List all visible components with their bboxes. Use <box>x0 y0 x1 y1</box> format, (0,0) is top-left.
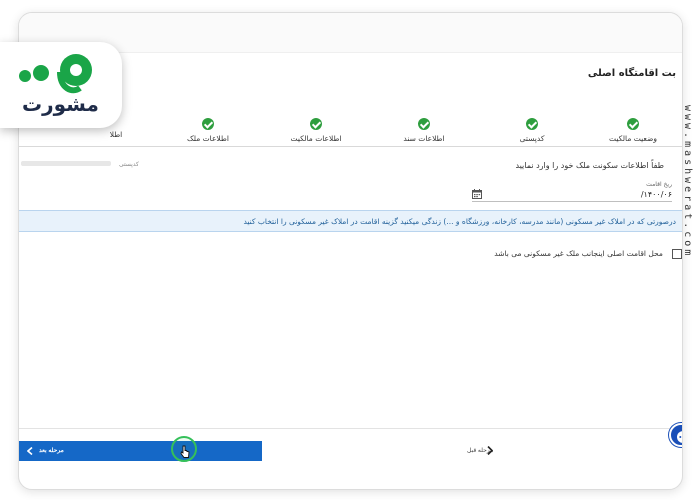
cursor-hand-icon <box>180 445 190 458</box>
step-label: اطلاعات ملک <box>187 134 229 143</box>
date-underline <box>472 201 672 202</box>
check-icon <box>418 118 430 130</box>
step-label: کدپستی <box>519 134 545 143</box>
postal-label: کدپستی <box>119 161 139 168</box>
non-residential-checkbox[interactable] <box>672 248 682 259</box>
calendar-icon[interactable] <box>472 189 482 199</box>
step-label: اطلا <box>109 130 123 139</box>
site-watermark: www.mashwerat.com <box>682 105 693 259</box>
check-icon <box>627 118 639 130</box>
date-label: ریخ اقامت <box>646 181 672 188</box>
progress-stepper: وضعیت مالکیت کدپستی اطلاعات سند اطلاعات … <box>19 118 682 148</box>
non-residential-label: محل اقامت اصلی اینجانب ملک غیر مسکونی می… <box>494 249 663 258</box>
info-text: درصورتی که در املاک غیر مسکونی (مانند مد… <box>243 217 676 226</box>
logo-wordmark: مشورت <box>22 92 100 116</box>
step-label: اطلاعات مالکیت <box>290 134 342 143</box>
footer-divider <box>19 428 682 429</box>
form-instruction: طفاً اطلاعات سکونت ملک خود را وارد نمایی… <box>515 161 664 170</box>
non-residential-option[interactable]: محل اقامت اصلی اینجانب ملک غیر مسکونی می… <box>494 243 682 262</box>
chevron-right-icon <box>487 446 493 455</box>
check-icon <box>202 118 214 130</box>
residence-date-field[interactable]: ریخ اقامت ۱۴۰۰/۰۶/ <box>472 181 672 203</box>
step-label: اطلاعات سند <box>403 134 445 143</box>
step-label: وضعیت مالکیت <box>609 134 657 143</box>
screenshot-stage: بت اقامتگاه اصلی وضعیت مالکیت کدپستی اطل… <box>0 0 700 500</box>
step-deed-info[interactable]: اطلاعات سند <box>384 118 464 143</box>
stepper-line <box>19 146 682 147</box>
info-banner: درصورتی که در املاک غیر مسکونی (مانند مد… <box>19 210 682 232</box>
next-step-label: مرحله بعد <box>39 448 64 454</box>
step-ownership-info[interactable]: اطلاعات مالکیت <box>276 118 356 143</box>
check-icon <box>526 118 538 130</box>
previous-step-button[interactable]: مرحله قبل <box>459 443 499 459</box>
step-property-info[interactable]: اطلاعات ملک <box>168 118 248 143</box>
step-ownership-status[interactable]: وضعیت مالکیت <box>593 118 673 143</box>
chevron-left-icon <box>27 447 33 455</box>
step-partial[interactable]: اطلا <box>76 130 156 139</box>
support-chat-button[interactable] <box>669 423 682 447</box>
chat-icon <box>677 431 682 443</box>
check-icon <box>310 118 322 130</box>
step-postal-code[interactable]: کدپستی <box>492 118 572 143</box>
page-title: بت اقامتگاه اصلی <box>587 68 676 79</box>
date-input[interactable]: ۱۴۰۰/۰۶/ <box>641 190 672 199</box>
next-step-button[interactable]: مرحله بعد <box>19 441 262 461</box>
brand-logo: مشورت <box>0 42 122 128</box>
postal-value-redacted <box>21 161 111 166</box>
